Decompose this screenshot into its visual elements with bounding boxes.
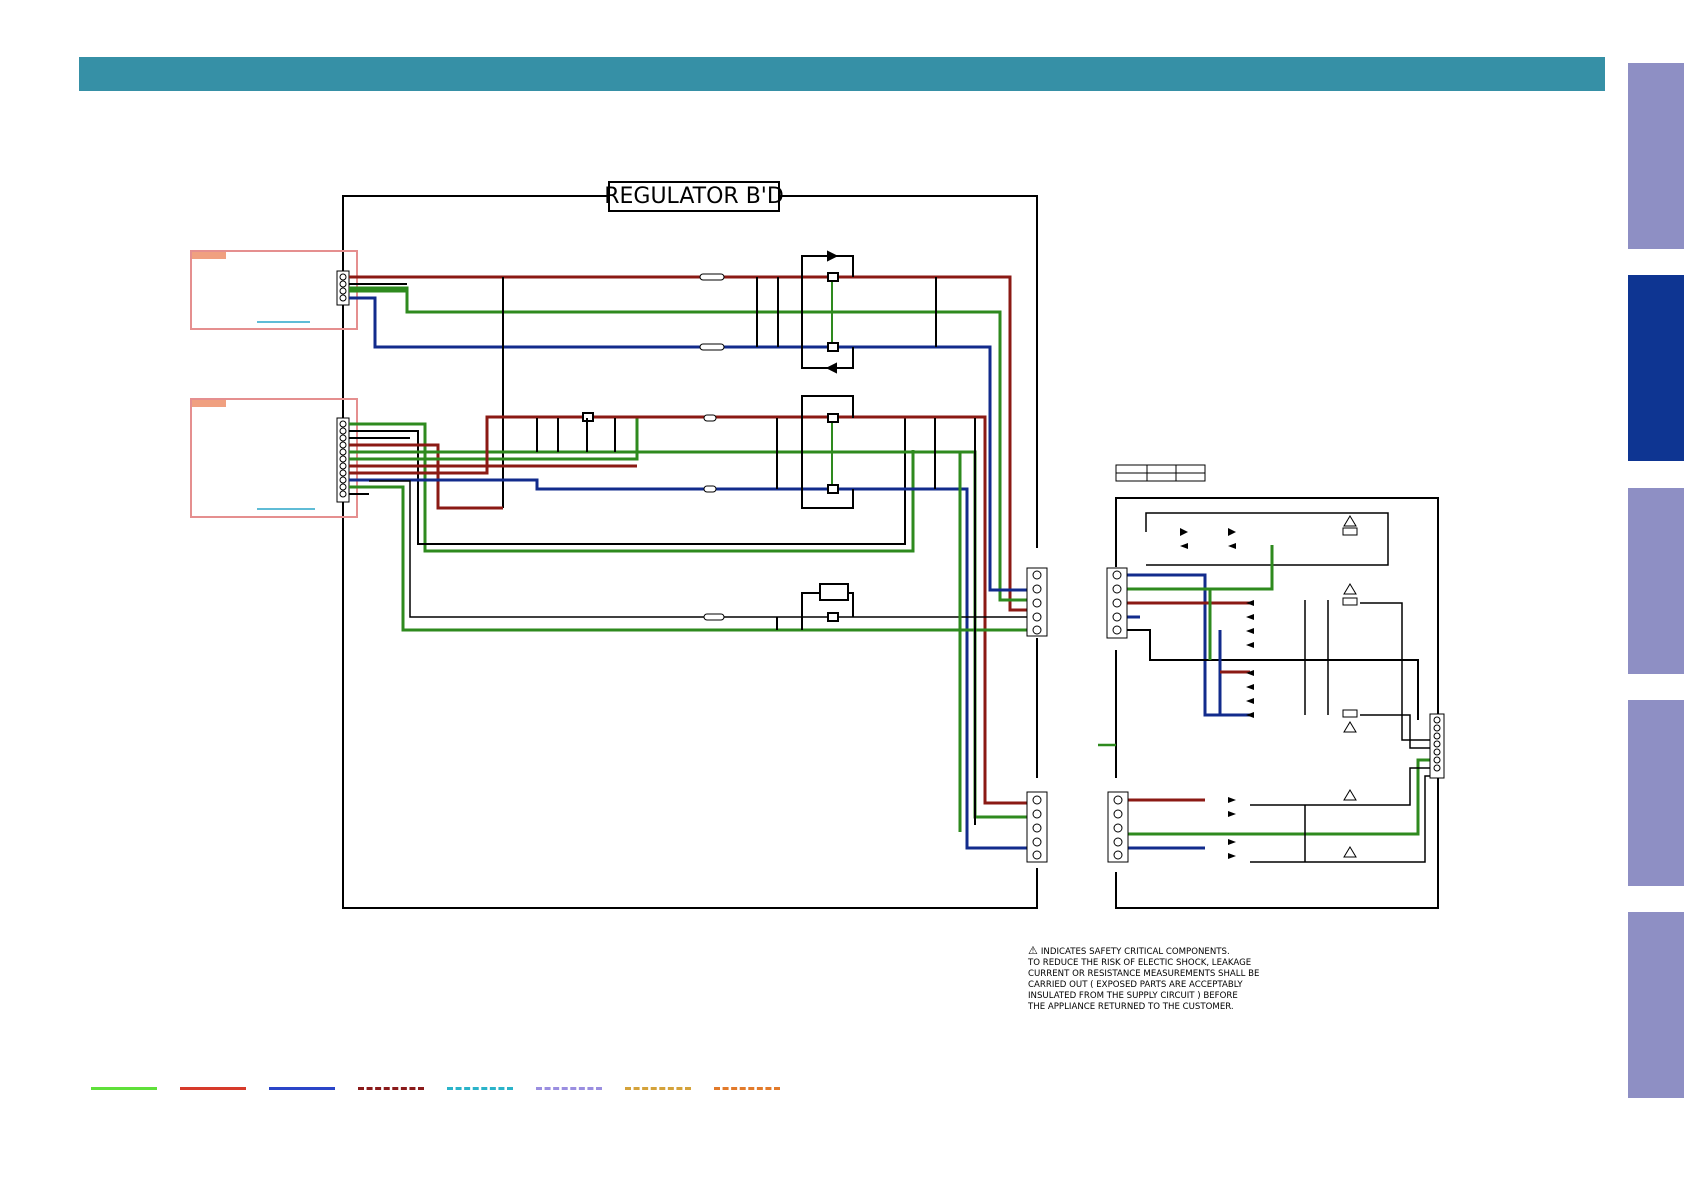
safety-warning-markers xyxy=(1342,515,1358,858)
connector-right-lower xyxy=(1026,791,1048,863)
connector-secondary-upper xyxy=(1106,567,1128,639)
external-connector-bottom xyxy=(190,398,358,518)
legend-line-8 xyxy=(714,1087,780,1090)
safety-note: ⚠ INDICATES SAFETY CRITICAL COMPONENTS. T… xyxy=(1028,945,1268,1013)
schematic-diagram xyxy=(190,195,1445,909)
safety-note-line-5: INSULATED FROM THE SUPPLY CIRCUIT ) BEFO… xyxy=(1028,991,1238,1001)
warning-triangle-icon: ⚠ xyxy=(1028,944,1038,957)
warning-triangle-icon xyxy=(1343,789,1357,801)
legend-line-4 xyxy=(358,1087,424,1090)
secondary-board-outline xyxy=(1115,464,1439,909)
connector-secondary-output xyxy=(1429,713,1445,779)
warning-triangle-icon xyxy=(1343,721,1357,733)
legend-line-2 xyxy=(180,1087,246,1090)
connector-cn-left-top xyxy=(336,270,350,306)
regulator-lower xyxy=(703,583,854,630)
external-connector-top xyxy=(190,250,358,330)
wires-middle-section xyxy=(349,415,1037,850)
safety-note-line-4: CARRIED OUT ( EXPOSED PARTS ARE ACCEPTAB… xyxy=(1028,980,1243,990)
legend-line-6 xyxy=(536,1087,602,1090)
legend-line-1 xyxy=(91,1087,157,1090)
safety-note-line-1: ⚠ INDICATES SAFETY CRITICAL COMPONENTS. xyxy=(1028,944,1230,957)
safety-note-line-2: TO REDUCE THE RISK OF ELECTIC SHOCK, LEA… xyxy=(1028,958,1252,968)
legend-line-3 xyxy=(269,1087,335,1090)
legend-line-7 xyxy=(625,1087,691,1090)
wires-top-section xyxy=(349,275,1037,612)
connector-tag xyxy=(192,252,226,259)
secondary-board-wires xyxy=(1098,512,1430,863)
connector-secondary-lower xyxy=(1107,791,1129,863)
legend-line-5 xyxy=(447,1087,513,1090)
warning-triangle-icon xyxy=(1343,515,1357,527)
safety-note-line-6: THE APPLIANCE RETURNED TO THE CUSTOMER. xyxy=(1028,1002,1234,1012)
connector-tag xyxy=(192,400,226,407)
safety-note-line-3: CURRENT OR RESISTANCE MEASUREMENTS SHALL… xyxy=(1028,969,1260,979)
board-title: REGULATOR B'D xyxy=(604,181,784,212)
warning-triangle-icon xyxy=(1343,583,1357,595)
warning-triangle-icon xyxy=(1343,846,1357,858)
connector-right-upper xyxy=(1026,567,1048,637)
connector-cn-left-bottom xyxy=(336,417,350,503)
diode-array xyxy=(1180,528,1254,859)
